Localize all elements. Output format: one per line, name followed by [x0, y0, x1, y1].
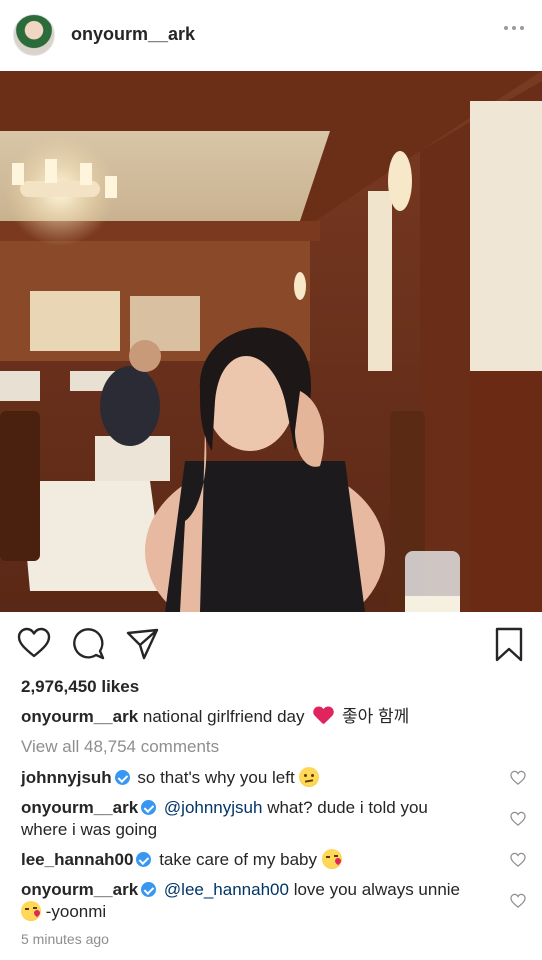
kissing-face-icon: [321, 849, 342, 869]
comment-text-continued: where i was going: [21, 820, 158, 839]
post-timestamp: 5 minutes ago: [21, 931, 109, 947]
bookmark-icon[interactable]: [494, 627, 524, 663]
verified-badge-icon: [136, 852, 152, 867]
verified-badge-icon: [114, 770, 130, 785]
comment-text: what? dude i told you: [267, 798, 428, 817]
comment-text-continued: -yoonmi: [45, 902, 107, 921]
comment-text: so that's why you left: [137, 768, 295, 787]
caption-text: national girlfriend day: [142, 707, 305, 726]
comment-mention[interactable]: @lee_hannah00: [164, 880, 289, 899]
comment-item: onyourm__ark @johnnyjsuh what? dude i to…: [21, 797, 501, 841]
comment-like-heart-icon[interactable]: [510, 852, 526, 868]
comment-author[interactable]: onyourm__ark: [21, 880, 138, 899]
more-dots-icon[interactable]: [504, 26, 524, 30]
comment-text: take care of my baby: [159, 850, 317, 869]
caption: onyourm__ark national girlfriend day 좋아 …: [21, 706, 501, 728]
comment-like-heart-icon[interactable]: [510, 811, 526, 827]
avatar[interactable]: [13, 14, 55, 56]
verified-badge-icon: [141, 882, 157, 897]
comment-item: onyourm__ark @lee_hannah00 love you alwa…: [21, 879, 501, 923]
red-heart-icon: [313, 707, 333, 725]
likes-count[interactable]: 2,976,450 likes: [21, 677, 139, 697]
comment-like-heart-icon[interactable]: [510, 770, 526, 786]
verified-badge-icon: [141, 800, 157, 815]
comment-item: lee_hannah00 take care of my baby: [21, 849, 501, 871]
thinking-face-icon: [299, 767, 320, 787]
comment-item: johnnyjsuh so that's why you left: [21, 767, 501, 789]
paper-plane-icon[interactable]: [126, 627, 160, 661]
post-header: onyourm__ark: [0, 0, 542, 72]
post-photo[interactable]: [0, 71, 542, 612]
comment-like-heart-icon[interactable]: [510, 893, 526, 909]
heart-icon[interactable]: [17, 627, 51, 659]
comment-mention[interactable]: @johnnyjsuh: [164, 798, 263, 817]
comment-author[interactable]: onyourm__ark: [21, 798, 138, 817]
comment-author[interactable]: lee_hannah00: [21, 850, 133, 869]
caption-text-korean: 좋아 함께: [341, 707, 410, 726]
header-username[interactable]: onyourm__ark: [71, 24, 195, 45]
comment-author[interactable]: johnnyjsuh: [21, 768, 112, 787]
comment-text: love you always unnie: [293, 880, 461, 899]
view-all-comments-link[interactable]: View all 48,754 comments: [21, 737, 219, 757]
kissing-face-icon: [21, 901, 41, 921]
comment-icon[interactable]: [72, 627, 106, 661]
caption-author[interactable]: onyourm__ark: [21, 707, 138, 726]
